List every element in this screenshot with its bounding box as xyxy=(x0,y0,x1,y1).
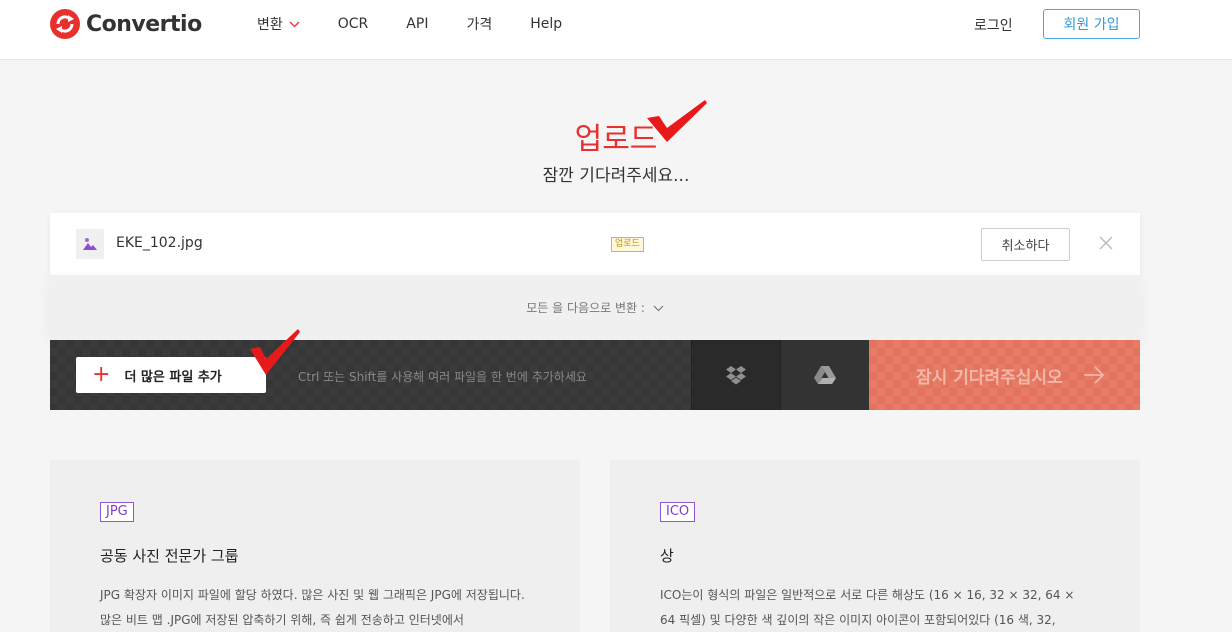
format-badge: ICO xyxy=(660,502,696,522)
convert-all-bar[interactable]: 모든 을 다음으로 변환 : xyxy=(50,275,1140,340)
red-checkmark-icon xyxy=(250,329,300,375)
nav-item-pricing[interactable]: 가격 xyxy=(466,15,492,33)
close-icon[interactable] xyxy=(1099,236,1113,250)
image-file-icon xyxy=(76,229,104,259)
nav-label: Help xyxy=(530,16,563,32)
dropbox-button[interactable] xyxy=(691,340,780,410)
convert-all-row: 모든 을 다음으로 변환 : xyxy=(50,299,1140,316)
nav-item-api[interactable]: API xyxy=(406,15,428,33)
plus-icon: + xyxy=(92,362,111,387)
file-name: EKE_102.jpg xyxy=(116,235,203,251)
format-title: 상 xyxy=(660,547,674,565)
format-badge: JPG xyxy=(100,502,134,522)
dropbox-icon xyxy=(726,366,746,385)
logo-mark-icon xyxy=(50,9,80,39)
format-info-card-ico: ICO 상 ICO는이 형식의 파일은 일반적으로 서로 다른 해상도 (16 … xyxy=(610,460,1140,632)
logo-text: Convertio xyxy=(86,11,202,37)
nav-label: API xyxy=(406,16,429,32)
format-title: 공동 사진 전문가 그룹 xyxy=(100,547,239,565)
format-description: ICO는이 형식의 파일은 일반적으로 서로 다른 해상도 (16 × 16, … xyxy=(660,588,1075,627)
format-description: JPG 확장자 이미지 파일에 할당 하였다. 많은 사진 및 웹 그래픽은 J… xyxy=(100,588,525,627)
signup-button[interactable]: 회원 가입 xyxy=(1043,9,1140,39)
nav-item-help[interactable]: Help xyxy=(530,15,562,33)
google-drive-button[interactable] xyxy=(780,340,869,410)
login-link[interactable]: 로그인 xyxy=(974,15,1013,35)
format-info-card-jpg: JPG 공동 사진 전문가 그룹 JPG 확장자 이미지 파일에 할당 하였다.… xyxy=(50,460,580,632)
file-row: EKE_102.jpg 업로드 취소하다 xyxy=(50,213,1140,275)
please-wait-label: 잠시 기다려주십시오 xyxy=(916,367,1063,388)
action-bar: + 더 많은 파일 추가 Ctrl 또는 Shift를 사용해 여러 파일을 한… xyxy=(50,340,1140,410)
chevron-down-icon xyxy=(653,305,664,312)
add-more-files-button[interactable]: + 더 많은 파일 추가 xyxy=(76,357,266,393)
upload-status-subtitle: 잠깐 기다려주세요... xyxy=(542,166,690,186)
chevron-down-icon xyxy=(289,21,300,27)
nav-label: OCR xyxy=(337,16,369,32)
multi-select-hint: Ctrl 또는 Shift를 사용해 여러 파일을 한 번에 추가하세요 xyxy=(298,370,587,384)
please-wait-button[interactable]: 잠시 기다려주십시오 xyxy=(869,340,1140,410)
nav-item-ocr[interactable]: OCR xyxy=(338,15,369,33)
status-badge: 업로드 xyxy=(611,237,644,252)
top-header: Convertio 변환 OCR API 가격 Help 로그인 회원 가입 xyxy=(0,0,1232,60)
main-nav: 변환 OCR API 가격 Help xyxy=(257,15,600,33)
add-more-label: 더 많은 파일 추가 xyxy=(124,369,222,385)
convertio-logo[interactable]: Convertio xyxy=(50,9,202,39)
nav-label: 가격 xyxy=(466,17,493,33)
nav-label: 변환 xyxy=(257,17,283,33)
google-drive-icon xyxy=(814,366,836,384)
red-checkmark-icon xyxy=(647,100,707,142)
cancel-button[interactable]: 취소하다 xyxy=(981,228,1070,261)
nav-item-convert[interactable]: 변환 xyxy=(257,15,300,33)
upload-status-title: 업로드 xyxy=(574,122,658,157)
arrow-right-icon xyxy=(1083,366,1104,384)
convert-all-label: 모든 을 다음으로 변환 : xyxy=(526,301,645,315)
